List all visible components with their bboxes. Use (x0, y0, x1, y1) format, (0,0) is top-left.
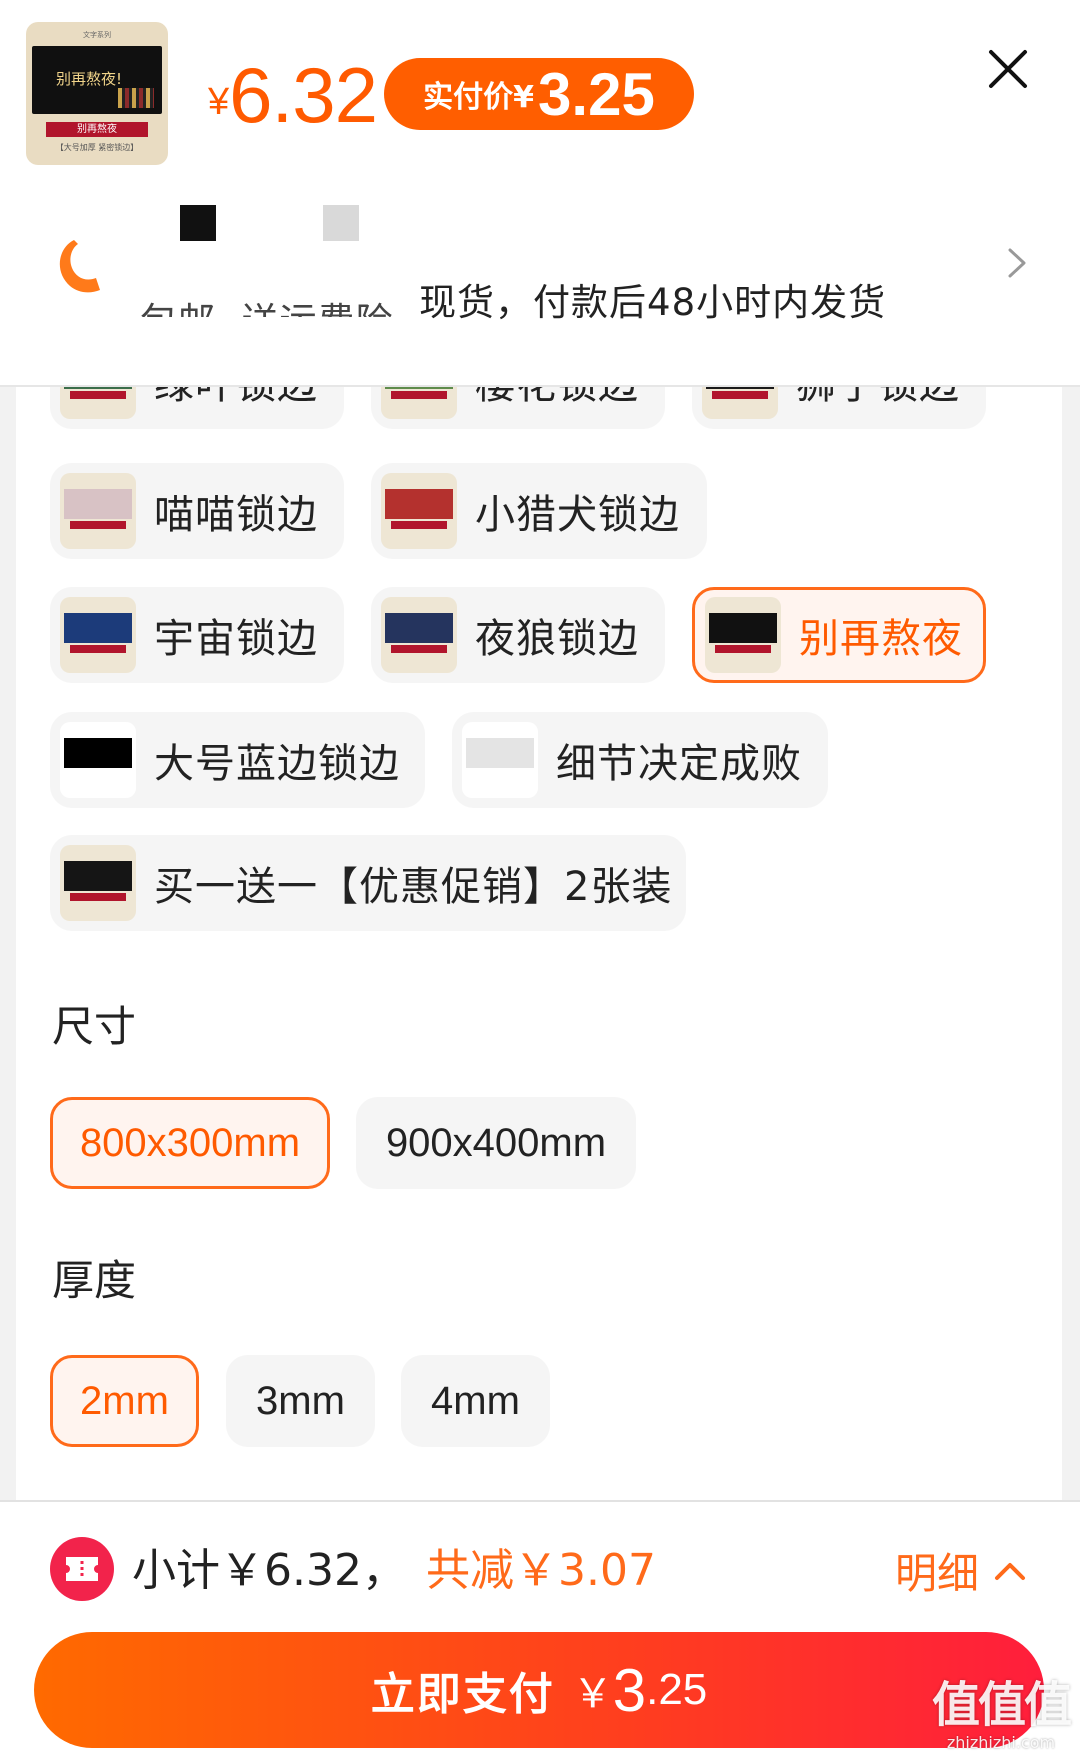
style-chip[interactable]: 狮子锁边 (692, 385, 986, 429)
chip-image (60, 473, 136, 549)
chip-image (705, 597, 781, 673)
chip-image (462, 722, 538, 798)
thumb-screen: 别再熬夜! (32, 46, 162, 114)
chip-image (60, 845, 136, 921)
style-chip[interactable]: 喵喵锁边 (50, 463, 344, 559)
detail-label: 明细 (895, 1549, 980, 1598)
watermark-main: 值值值 (931, 1677, 1072, 1733)
close-button[interactable] (985, 46, 1031, 92)
thumb-screen-text: 别再熬夜! (56, 70, 123, 88)
style-label: 小猎犬锁边 (475, 492, 680, 538)
pay-now-decimal: .25 (646, 1665, 708, 1714)
style-label: 买一送一【优惠促销】2张装 (154, 864, 673, 910)
style-chip-selected[interactable]: 别再熬夜 (692, 587, 986, 683)
style-label: 樱花锁边 (475, 385, 639, 408)
shipping-free: 包邮 (140, 291, 216, 317)
style-chip[interactable]: 买一送一【优惠促销】2张装 (50, 835, 686, 931)
style-chip[interactable]: 夜狼锁边 (371, 587, 665, 683)
chip-image (702, 385, 778, 419)
thumb-band-text: 别再熬夜 (46, 122, 148, 137)
chip-image-screen (385, 613, 453, 643)
style-label: 绿叶锁边 (154, 385, 318, 408)
pay-now-integer: 3 (612, 1656, 647, 1724)
chip-image-band (391, 391, 447, 399)
chip-image (381, 473, 457, 549)
style-chip[interactable]: 宇宙锁边 (50, 587, 344, 683)
thickness-option[interactable]: 4mm (401, 1355, 550, 1447)
chip-image-band (70, 893, 126, 901)
thumb-top-text: 文字系列 (83, 31, 111, 39)
shipping-dispatch: 现货，付款后48小时内发货 (419, 281, 887, 324)
chip-image-band (391, 645, 447, 653)
price-value: 6.32 (229, 51, 378, 139)
chip-image-screen (64, 489, 132, 519)
chip-image-band (70, 645, 126, 653)
shipping-insurance: 送运费险 (242, 291, 394, 317)
shipping-info[interactable]: 包邮 送运费险 现货，付款后48小时内发货 (140, 272, 886, 326)
size-title: 尺寸 (52, 1002, 137, 1051)
chip-image-screen (466, 738, 534, 768)
size-option-selected[interactable]: 800x300mm (50, 1097, 330, 1189)
books-graphic (118, 88, 154, 108)
chip-image-screen (64, 738, 132, 768)
chip-image-band (712, 391, 768, 399)
checkout-footer: 小计￥6.32， 共减￥3.07 明细 立即支付 ￥ 3 .25 (0, 1500, 1080, 1757)
actual-pay-label: 实付价¥ (423, 80, 535, 115)
style-label: 大号蓝边锁边 (154, 741, 400, 787)
chip-image-screen (385, 489, 453, 519)
current-price: ¥6.32 (208, 50, 378, 141)
thickness-title: 厚度 (52, 1256, 137, 1305)
pay-now-button[interactable]: 立即支付 ￥ 3 .25 (34, 1632, 1044, 1748)
chip-image (60, 385, 136, 419)
actual-pay-badge: 实付价¥ 3.25 (384, 58, 694, 130)
chip-image-band (70, 391, 126, 399)
style-chip[interactable]: 细节决定成败 (452, 712, 828, 808)
actual-pay-value: 3.25 (538, 60, 655, 128)
chip-image-band (70, 521, 126, 529)
chip-image (381, 385, 457, 419)
redaction-block (323, 205, 359, 241)
style-label: 细节决定成败 (556, 741, 802, 787)
thumb-sub-text: 【大号加厚 紧密锁边】 (55, 143, 139, 152)
style-label: 宇宙锁边 (154, 616, 318, 662)
redaction-block (180, 205, 216, 241)
chip-image-band (391, 521, 447, 529)
style-label: 喵喵锁边 (154, 492, 318, 538)
sku-options-panel[interactable]: 绿叶锁边 樱花锁边 狮子锁边 喵喵锁边 小猎犬锁边 宇宙锁边 夜狼锁边 别再熬夜… (16, 385, 1062, 1500)
sku-header: 文字系列 别再熬夜! 别再熬夜 【大号加厚 紧密锁边】 ¥6.32 实付价¥ 3… (0, 0, 1080, 387)
pay-now-currency: ￥ (572, 1671, 613, 1717)
chip-image-band (715, 645, 771, 653)
size-option[interactable]: 900x400mm (356, 1097, 636, 1189)
chip-image (381, 597, 457, 673)
style-chip[interactable]: 小猎犬锁边 (371, 463, 707, 559)
chip-image-screen (64, 613, 132, 643)
pay-now-label: 立即支付 (370, 1669, 555, 1720)
chevron-right-icon[interactable] (1004, 246, 1030, 280)
discount-amount: 共减￥3.07 (425, 1545, 656, 1596)
shipping-icon (59, 240, 100, 293)
detail-toggle[interactable]: 明细 (895, 1540, 1027, 1601)
chevron-up-icon (995, 1562, 1026, 1580)
chip-image-screen (64, 861, 132, 891)
style-chip[interactable]: 大号蓝边锁边 (50, 712, 425, 808)
watermark-sub: zhizhizhi.com (946, 1733, 1056, 1752)
subtotal-text: 小计￥6.32， 共减￥3.07 (132, 1534, 656, 1598)
subtotal-amount: 小计￥6.32， (132, 1545, 406, 1596)
close-icon (989, 50, 1027, 88)
coupon-icon (50, 1537, 114, 1601)
thickness-option-selected[interactable]: 2mm (50, 1355, 199, 1447)
chip-image (60, 722, 136, 798)
style-label: 别再熬夜 (799, 616, 963, 662)
site-watermark: 值值值 zhizhizhi.com (926, 1665, 1076, 1752)
style-label: 夜狼锁边 (475, 616, 639, 662)
product-thumbnail: 文字系列 别再熬夜! 别再熬夜 【大号加厚 紧密锁边】 (26, 22, 168, 165)
price-currency: ¥ (208, 81, 230, 123)
chip-image-screen (709, 613, 777, 643)
style-chip[interactable]: 樱花锁边 (371, 385, 665, 429)
style-label: 狮子锁边 (796, 385, 960, 408)
chip-image (60, 597, 136, 673)
style-chip[interactable]: 绿叶锁边 (50, 385, 344, 429)
thickness-option[interactable]: 3mm (226, 1355, 375, 1447)
